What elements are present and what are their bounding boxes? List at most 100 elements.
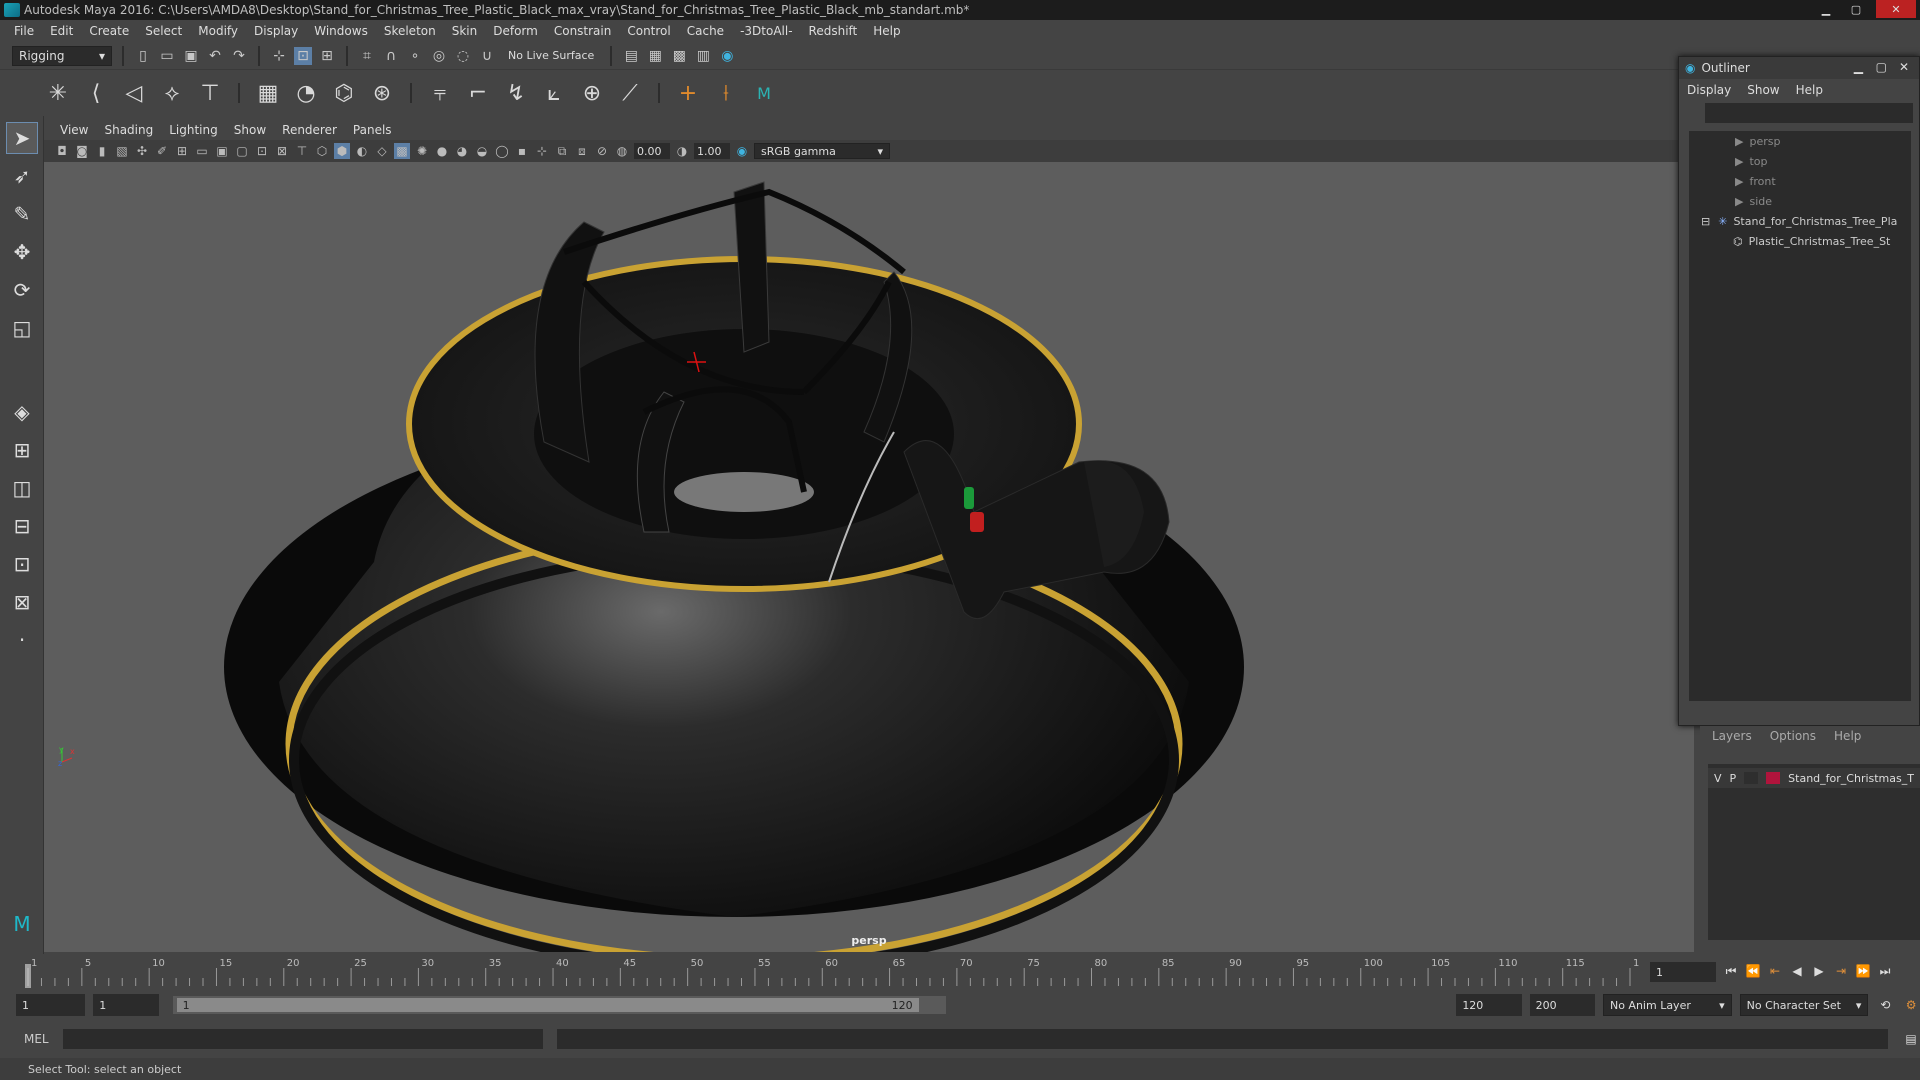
preferences-icon[interactable]: ⚙: [1902, 996, 1920, 1014]
detach-skin-icon[interactable]: ⟀: [540, 79, 568, 107]
ambient-occlusion-icon[interactable]: ◕: [454, 143, 470, 159]
close-icon[interactable]: ✕: [1876, 0, 1916, 18]
gamma-icon[interactable]: ◑: [674, 143, 690, 159]
isolate-select-icon[interactable]: ⊹: [534, 143, 550, 159]
panel-menu-view[interactable]: View: [52, 123, 96, 137]
panel-menu-show[interactable]: Show: [226, 123, 274, 137]
menu-3dtoall[interactable]: -3DtoAll-: [732, 24, 800, 38]
menu-constrain[interactable]: Constrain: [546, 24, 620, 38]
view-transform-dropdown[interactable]: sRGB gamma ▾: [754, 143, 890, 159]
menu-create[interactable]: Create: [81, 24, 137, 38]
minimize-icon[interactable]: ▁: [1854, 60, 1863, 74]
gate-mask-icon[interactable]: ▢: [234, 143, 250, 159]
ipr-render-icon[interactable]: ▩: [670, 47, 688, 65]
range-slider-handle[interactable]: 1 120: [176, 998, 919, 1012]
menu-control[interactable]: Control: [619, 24, 678, 38]
wrap-deformer-icon[interactable]: ⊛: [368, 79, 396, 107]
field-chart-icon[interactable]: ⊡: [254, 143, 270, 159]
safe-title-icon[interactable]: ⊤: [294, 143, 310, 159]
render-view-icon[interactable]: ▥: [694, 47, 712, 65]
menu-edit[interactable]: Edit: [42, 24, 81, 38]
cluster-icon[interactable]: ◔: [292, 79, 320, 107]
layer-color-swatch[interactable]: [1766, 772, 1781, 784]
exposure-field[interactable]: 0.00: [634, 143, 670, 159]
minimize-icon[interactable]: ▁: [1812, 0, 1840, 18]
panel-menu-lighting[interactable]: Lighting: [161, 123, 226, 137]
ik-handle-icon[interactable]: ⟨: [82, 79, 110, 107]
outliner-item[interactable]: ⊟ ✳ Stand_for_Christmas_Tree_Pla: [1689, 211, 1911, 231]
layer-visibility-toggle[interactable]: V: [1714, 772, 1722, 785]
menu-modify[interactable]: Modify: [190, 24, 246, 38]
character-set-dropdown[interactable]: No Character Set ▾: [1739, 994, 1869, 1016]
hypershade-icon[interactable]: ◉: [718, 47, 736, 65]
color-management-icon[interactable]: ◉: [734, 143, 750, 159]
exposure-icon[interactable]: ◍: [614, 143, 630, 159]
layer-menu-layers[interactable]: Layers: [1712, 729, 1752, 743]
ik-spline-icon[interactable]: ◁: [120, 79, 148, 107]
menu-windows[interactable]: Windows: [306, 24, 376, 38]
snap-grid-icon[interactable]: ⌗: [358, 47, 376, 65]
point-constraint-icon[interactable]: +: [674, 79, 702, 107]
mirror-weights-icon[interactable]: ⟋: [616, 79, 644, 107]
outliner-search-input[interactable]: [1705, 103, 1913, 123]
expand-toggle-icon[interactable]: ⊟: [1701, 215, 1710, 228]
layer-name[interactable]: Stand_for_Christmas_T: [1788, 772, 1914, 785]
layer-playback-toggle[interactable]: P: [1730, 772, 1737, 785]
smooth-shade-icon[interactable]: ⬢: [334, 143, 350, 159]
current-time-indicator[interactable]: [25, 964, 31, 988]
image-plane-icon[interactable]: ▧: [114, 143, 130, 159]
insert-joint-icon[interactable]: ⟡: [158, 79, 186, 107]
shadows-icon[interactable]: ●: [434, 143, 450, 159]
playback-end-field[interactable]: 120: [1456, 994, 1522, 1016]
maya-home-icon[interactable]: M: [6, 908, 38, 940]
layer-type-box[interactable]: [1744, 772, 1759, 784]
go-to-start-icon[interactable]: ⏮: [1722, 962, 1740, 980]
resolution-gate-icon[interactable]: ▣: [214, 143, 230, 159]
render-settings-icon[interactable]: ▤: [622, 47, 640, 65]
panel-menu-renderer[interactable]: Renderer: [274, 123, 345, 137]
menu-help[interactable]: Help: [865, 24, 908, 38]
parent-constraint-icon[interactable]: ⟊: [712, 79, 740, 107]
hypershade-persp-icon[interactable]: ⊠: [6, 586, 38, 618]
new-scene-icon[interactable]: ▯: [134, 47, 152, 65]
snap-point-icon[interactable]: ∘: [406, 47, 424, 65]
depth-of-field-icon[interactable]: ▪: [514, 143, 530, 159]
scale-tool-icon[interactable]: ◱: [6, 312, 38, 344]
grease-pencil-icon[interactable]: ✐: [154, 143, 170, 159]
anti-alias-icon[interactable]: ◯: [494, 143, 510, 159]
time-slider[interactable]: 1 5 10 15 20 25 30 35 40 45 50 55 60 65 70 75 80 85 90 95 10…: [20, 954, 1652, 988]
animation-start-field[interactable]: 1: [16, 994, 86, 1016]
bind-skin-icon[interactable]: ⫧: [426, 79, 454, 107]
lights-icon[interactable]: ✺: [414, 143, 430, 159]
outliner-menu-show[interactable]: Show: [1747, 83, 1779, 97]
menu-skin[interactable]: Skin: [444, 24, 486, 38]
safe-action-icon[interactable]: ⊠: [274, 143, 290, 159]
xray-joints-icon[interactable]: ⧈: [574, 143, 590, 159]
flat-shade-icon[interactable]: ◐: [354, 143, 370, 159]
bookmark-icon[interactable]: ▮: [94, 143, 110, 159]
paint-select-icon[interactable]: ✎: [6, 198, 38, 230]
live-surface-label[interactable]: No Live Surface: [502, 49, 600, 62]
step-back-icon[interactable]: ⏪: [1744, 962, 1762, 980]
panel-menu-panels[interactable]: Panels: [345, 123, 400, 137]
outliner-item[interactable]: ▶ persp: [1689, 131, 1911, 151]
script-editor-icon[interactable]: ▤: [1902, 1030, 1920, 1048]
animation-end-field[interactable]: 200: [1529, 994, 1595, 1016]
smooth-bind-icon[interactable]: ⌐: [464, 79, 492, 107]
outliner-item[interactable]: ⌬ Plastic_Christmas_Tree_St: [1689, 231, 1911, 251]
magnet-icon[interactable]: ∪: [478, 47, 496, 65]
menu-select[interactable]: Select: [137, 24, 190, 38]
outliner-item[interactable]: ▶ front: [1689, 171, 1911, 191]
redo-icon[interactable]: ↷: [230, 47, 248, 65]
textured-icon[interactable]: ▩: [394, 143, 410, 159]
playback-start-field[interactable]: 1: [93, 994, 159, 1016]
menu-deform[interactable]: Deform: [485, 24, 546, 38]
outliner-item[interactable]: ▶ top: [1689, 151, 1911, 171]
gamma-field[interactable]: 1.00: [694, 143, 730, 159]
open-scene-icon[interactable]: ▭: [158, 47, 176, 65]
layer-menu-help[interactable]: Help: [1834, 729, 1861, 743]
move-tool-icon[interactable]: ✥: [6, 236, 38, 268]
command-language-label[interactable]: MEL: [24, 1032, 49, 1046]
current-frame-field[interactable]: 1: [1650, 962, 1716, 982]
menu-file[interactable]: File: [6, 24, 42, 38]
